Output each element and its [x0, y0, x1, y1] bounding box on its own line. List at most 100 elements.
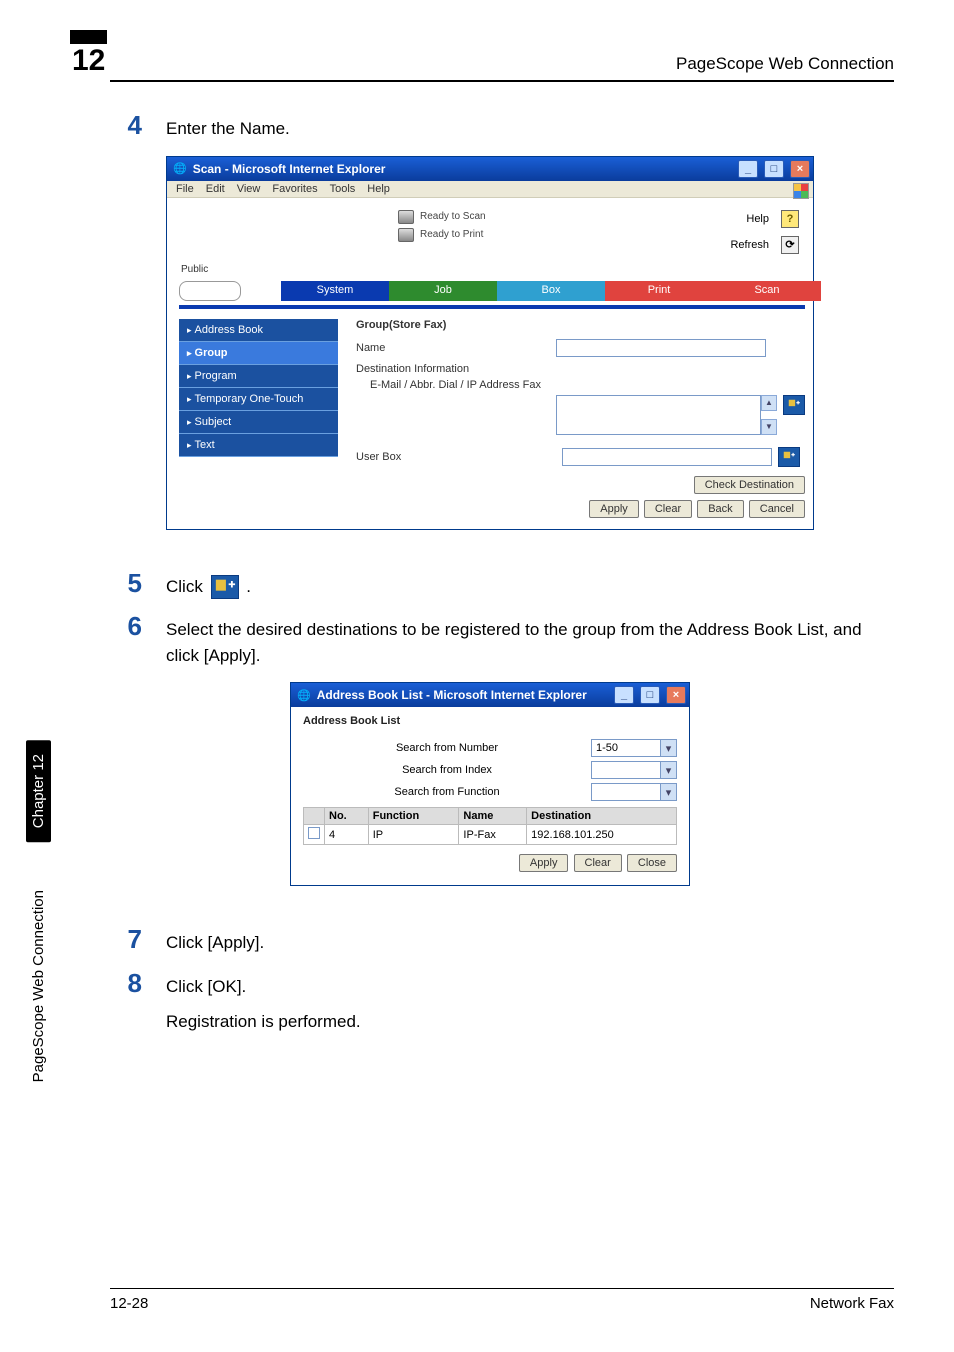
search-number-select[interactable]: 1-50▾ [591, 739, 677, 757]
ie-window: 🌐 Scan - Microsoft Internet Explorer _ □… [166, 156, 814, 530]
name-input[interactable] [556, 339, 766, 357]
step-8-text2: Registration is performed. [166, 1009, 894, 1035]
step-8-text: Click [OK]. [166, 974, 894, 1000]
window-title: Scan - Microsoft Internet Explorer [193, 162, 732, 176]
close-button[interactable]: × [790, 160, 810, 178]
nav-group[interactable]: Group [179, 342, 338, 365]
side-section-label: PageScope Web Connection [30, 880, 47, 1092]
scroll-down-icon[interactable]: ▼ [761, 419, 777, 435]
dest-info-label: Destination Information [356, 363, 805, 375]
printer-icon [398, 228, 414, 242]
col-no: No. [325, 808, 369, 825]
userbox-label: User Box [356, 451, 408, 463]
refresh-icon[interactable]: ⟳ [781, 236, 799, 254]
menu-view[interactable]: View [231, 183, 267, 195]
step-7-text: Click [Apply]. [166, 926, 894, 956]
scroll-up-icon[interactable]: ▲ [761, 395, 777, 411]
popup-heading: Address Book List [303, 715, 677, 727]
titlebar: 🌐 Address Book List - Microsoft Internet… [291, 683, 689, 707]
status-scan: Ready to Scan [420, 211, 486, 222]
tab-job[interactable]: Job [389, 281, 497, 301]
name-label: Name [356, 342, 556, 354]
close-button[interactable]: Close [627, 854, 677, 872]
dest-sub-label: E-Mail / Abbr. Dial / IP Address Fax [356, 379, 805, 391]
user-label: Public [179, 264, 805, 275]
table-row: 4 IP IP-Fax 192.168.101.250 [304, 825, 677, 845]
divider [179, 305, 805, 309]
search-function-label: Search from Function [303, 786, 591, 798]
col-function: Function [368, 808, 459, 825]
page-title: PageScope Web Connection [107, 54, 894, 76]
row-checkbox[interactable] [308, 827, 320, 839]
back-button[interactable]: Back [697, 500, 743, 518]
add-address-icon[interactable] [783, 395, 805, 415]
nav-program[interactable]: Program [179, 365, 338, 388]
check-destination-button[interactable]: Check Destination [694, 476, 805, 494]
tab-scan[interactable]: Scan [713, 281, 821, 301]
windows-flag-icon [793, 183, 809, 199]
col-destination: Destination [527, 808, 677, 825]
step-6-number: 6 [110, 613, 142, 668]
minimize-button[interactable]: _ [614, 686, 634, 704]
step-6-text: Select the desired destinations to be re… [166, 613, 894, 668]
menu-favorites[interactable]: Favorites [266, 183, 323, 195]
status-print: Ready to Print [420, 229, 483, 240]
tab-system[interactable]: System [281, 281, 389, 301]
titlebar: 🌐 Scan - Microsoft Internet Explorer _ □… [167, 157, 813, 181]
app-icon: 🌐 [297, 689, 311, 702]
nav-address-book[interactable]: Address Book [179, 319, 338, 342]
step-7-number: 7 [110, 926, 142, 956]
nav-subject[interactable]: Subject [179, 411, 338, 434]
menu-edit[interactable]: Edit [200, 183, 231, 195]
chevron-down-icon: ▾ [660, 784, 676, 800]
search-index-label: Search from Index [303, 764, 591, 776]
printer-icon [398, 210, 414, 224]
cell-no: 4 [325, 825, 369, 845]
chevron-down-icon: ▾ [660, 762, 676, 778]
maximize-button[interactable]: □ [640, 686, 660, 704]
cell-function: IP [368, 825, 459, 845]
menu-tools[interactable]: Tools [324, 183, 362, 195]
nav-temp-one-touch[interactable]: Temporary One-Touch [179, 388, 338, 411]
search-number-label: Search from Number [303, 742, 591, 754]
chevron-down-icon: ▾ [660, 740, 676, 756]
menu-file[interactable]: File [170, 183, 200, 195]
search-function-select[interactable]: ▾ [591, 783, 677, 801]
step-4-number: 4 [110, 112, 142, 142]
col-checkbox [304, 808, 325, 825]
minimize-button[interactable]: _ [738, 160, 758, 178]
chapter-number: 12 [70, 30, 107, 76]
side-nav: Address Book Group Program Temporary One… [179, 319, 338, 457]
help-icon[interactable]: ? [781, 210, 799, 228]
apply-button[interactable]: Apply [519, 854, 569, 872]
add-userbox-icon[interactable] [778, 447, 800, 467]
logout-button[interactable]: Logout [179, 281, 241, 301]
userbox-input[interactable] [562, 448, 772, 466]
footer-title: Network Fax [810, 1295, 894, 1312]
close-button[interactable]: × [666, 686, 686, 704]
dest-list-textarea[interactable] [556, 395, 761, 435]
app-icon: 🌐 [173, 162, 187, 175]
address-book-popup: 🌐 Address Book List - Microsoft Internet… [290, 682, 690, 886]
apply-button[interactable]: Apply [589, 500, 639, 518]
page-number: 12-28 [110, 1295, 148, 1312]
tab-box[interactable]: Box [497, 281, 605, 301]
form-title: Group(Store Fax) [356, 319, 805, 331]
window-title: Address Book List - Microsoft Internet E… [317, 688, 608, 702]
help-link[interactable]: Help [746, 213, 769, 225]
step-5-number: 5 [110, 570, 142, 600]
step-8-number: 8 [110, 970, 142, 1035]
clear-button[interactable]: Clear [644, 500, 692, 518]
nav-text[interactable]: Text [179, 434, 338, 457]
refresh-link[interactable]: Refresh [730, 239, 769, 251]
cancel-button[interactable]: Cancel [749, 500, 805, 518]
col-name: Name [459, 808, 527, 825]
menu-help[interactable]: Help [361, 183, 396, 195]
add-address-icon [211, 575, 239, 599]
menu-bar: File Edit View Favorites Tools Help [167, 181, 813, 198]
tab-print[interactable]: Print [605, 281, 713, 301]
cell-name: IP-Fax [459, 825, 527, 845]
maximize-button[interactable]: □ [764, 160, 784, 178]
clear-button[interactable]: Clear [574, 854, 622, 872]
search-index-select[interactable]: ▾ [591, 761, 677, 779]
